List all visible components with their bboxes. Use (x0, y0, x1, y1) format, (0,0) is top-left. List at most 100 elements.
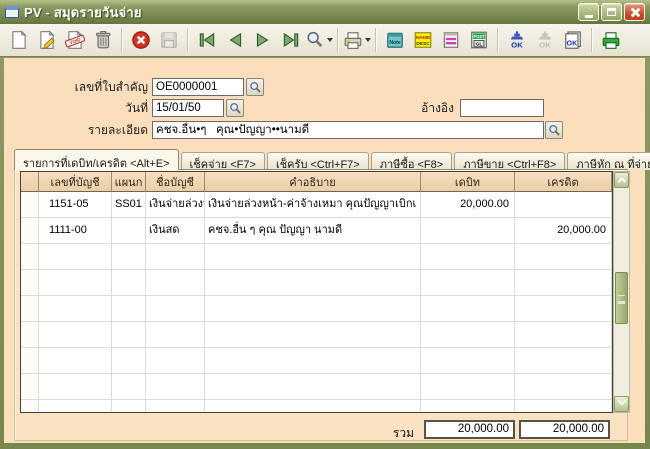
table-row[interactable]: 1111-00เงินสดคชจ.อื่น ๆ คุณ ปัญญา นามดี2… (21, 218, 612, 244)
save-icon (159, 30, 179, 50)
cell-debit (421, 244, 515, 270)
grid-header-account-no: เลขที่บัญชี (39, 172, 112, 192)
description-input[interactable] (152, 121, 544, 139)
cell-account-name (146, 374, 205, 400)
row-selector[interactable] (21, 322, 39, 348)
tab-debit-credit[interactable]: รายการที่เดบิท/เครดิต <Alt+E> (14, 149, 179, 170)
tab-sales-tax[interactable]: ภาษีขาย <Ctrl+F8> (454, 152, 565, 170)
note-button[interactable]: Note (381, 27, 409, 54)
toolbar-separator (337, 28, 339, 52)
cell-account-name: เงินจ่ายล่วงหน้า (146, 192, 205, 218)
application-window: PV - สมุดรายวันจ่าย VOIDNoteNAMEDESCPOST… (0, 0, 650, 449)
row-selector[interactable] (21, 400, 39, 413)
first-record-button[interactable] (193, 27, 221, 54)
svg-text:Note: Note (389, 40, 401, 46)
search-icon (249, 81, 262, 94)
row-selector[interactable] (21, 348, 39, 374)
print-form-icon (601, 30, 621, 50)
cell-description (205, 348, 421, 374)
toolbar-separator (375, 28, 377, 52)
close-button[interactable] (624, 3, 645, 21)
toolbar-separator (121, 28, 123, 52)
void-button[interactable]: VOID (61, 27, 89, 54)
last-record-button[interactable] (277, 27, 305, 54)
empty-row[interactable] (21, 296, 612, 322)
row-selector[interactable] (21, 244, 39, 270)
minimize-button[interactable] (578, 3, 599, 21)
tab-cheque-received[interactable]: เช็ครับ <Ctrl+F7> (267, 152, 369, 170)
toolbar-separator (187, 28, 189, 52)
doc-no-lookup-button[interactable] (246, 78, 264, 96)
reference-input[interactable] (460, 99, 544, 117)
print-form-button[interactable] (597, 27, 625, 54)
post-gl-icon: POSTGL (469, 30, 489, 50)
previous-record-button[interactable] (221, 27, 249, 54)
tab-strip: รายการที่เดบิท/เครดิต <Alt+E>เช็คจ่าย <F… (14, 149, 650, 170)
minimize-icon (585, 15, 593, 18)
empty-row[interactable] (21, 322, 612, 348)
row-selector[interactable] (21, 374, 39, 400)
row-selector[interactable] (21, 296, 39, 322)
description-lookup-button[interactable] (545, 121, 563, 139)
row-selector[interactable] (21, 270, 39, 296)
empty-row[interactable] (21, 348, 612, 374)
void-icon: VOID (65, 30, 85, 50)
rate-icon (441, 30, 461, 50)
maximize-button[interactable] (601, 3, 622, 21)
svg-text:DESC: DESC (416, 41, 430, 47)
name-desc-button[interactable]: NAMEDESC (409, 27, 437, 54)
find-button[interactable] (305, 27, 333, 54)
svg-text:OK: OK (539, 41, 551, 50)
grid-body: 1151-05SS01เงินจ่ายล่วงหน้าเงินจ่ายล่วงห… (21, 192, 612, 413)
cell-credit (515, 270, 612, 296)
post-gl-button[interactable]: POSTGL (465, 27, 493, 54)
cell-account-no: 1111-00 (39, 218, 112, 244)
date-lookup-button[interactable] (226, 99, 244, 117)
approve-button[interactable]: OK (503, 27, 531, 54)
empty-row[interactable] (21, 400, 612, 413)
save-button[interactable] (155, 27, 183, 54)
dropdown-caret[interactable] (327, 38, 333, 42)
cell-description: เงินจ่ายล่วงหน้า-ค่าจ้างเหมา คุณปัญญาเบิ… (205, 192, 421, 218)
tab-purchase-tax[interactable]: ภาษีซื้อ <F8> (371, 152, 453, 170)
empty-row[interactable] (21, 244, 612, 270)
cell-debit (421, 296, 515, 322)
previous-record-icon (225, 30, 245, 50)
approve-all-button[interactable]: OK (559, 27, 587, 54)
cell-description (205, 322, 421, 348)
delete-icon (93, 30, 113, 50)
scroll-up-button[interactable] (614, 172, 629, 188)
vertical-scrollbar[interactable] (613, 171, 630, 413)
tab-withholding-tax[interactable]: ภาษีหัก ณ ที่จ่าย <Ctrl+F10> (567, 152, 650, 170)
row-selector[interactable] (21, 192, 39, 218)
dropdown-caret[interactable] (365, 38, 371, 42)
scrollbar-thumb[interactable] (615, 272, 628, 324)
empty-row[interactable] (21, 270, 612, 296)
search-icon (229, 102, 242, 115)
cell-department: SS01 (112, 192, 146, 218)
cell-description (205, 400, 421, 413)
approve-alt-button[interactable]: OK (531, 27, 559, 54)
date-input[interactable] (152, 99, 224, 117)
rate-button[interactable] (437, 27, 465, 54)
row-selector[interactable] (21, 218, 39, 244)
cell-account-name (146, 322, 205, 348)
tab-cheque-paid[interactable]: เช็คจ่าย <F7> (181, 152, 265, 170)
cell-debit (421, 374, 515, 400)
print-button[interactable] (343, 27, 371, 54)
cell-credit (515, 374, 612, 400)
scroll-down-button[interactable] (614, 396, 629, 412)
cell-account-no (39, 296, 112, 322)
new-document-button[interactable] (5, 27, 33, 54)
grid-header-account-name: ชื่อบัญชี (146, 172, 205, 192)
cell-account-no (39, 348, 112, 374)
cancel-button[interactable] (127, 27, 155, 54)
doc-no-input[interactable] (152, 78, 244, 96)
total-debit: 20,000.00 (424, 420, 515, 439)
svg-text:NAME: NAME (416, 35, 431, 41)
delete-button[interactable] (89, 27, 117, 54)
empty-row[interactable] (21, 374, 612, 400)
table-row[interactable]: 1151-05SS01เงินจ่ายล่วงหน้าเงินจ่ายล่วงห… (21, 192, 612, 218)
edit-button[interactable] (33, 27, 61, 54)
next-record-button[interactable] (249, 27, 277, 54)
